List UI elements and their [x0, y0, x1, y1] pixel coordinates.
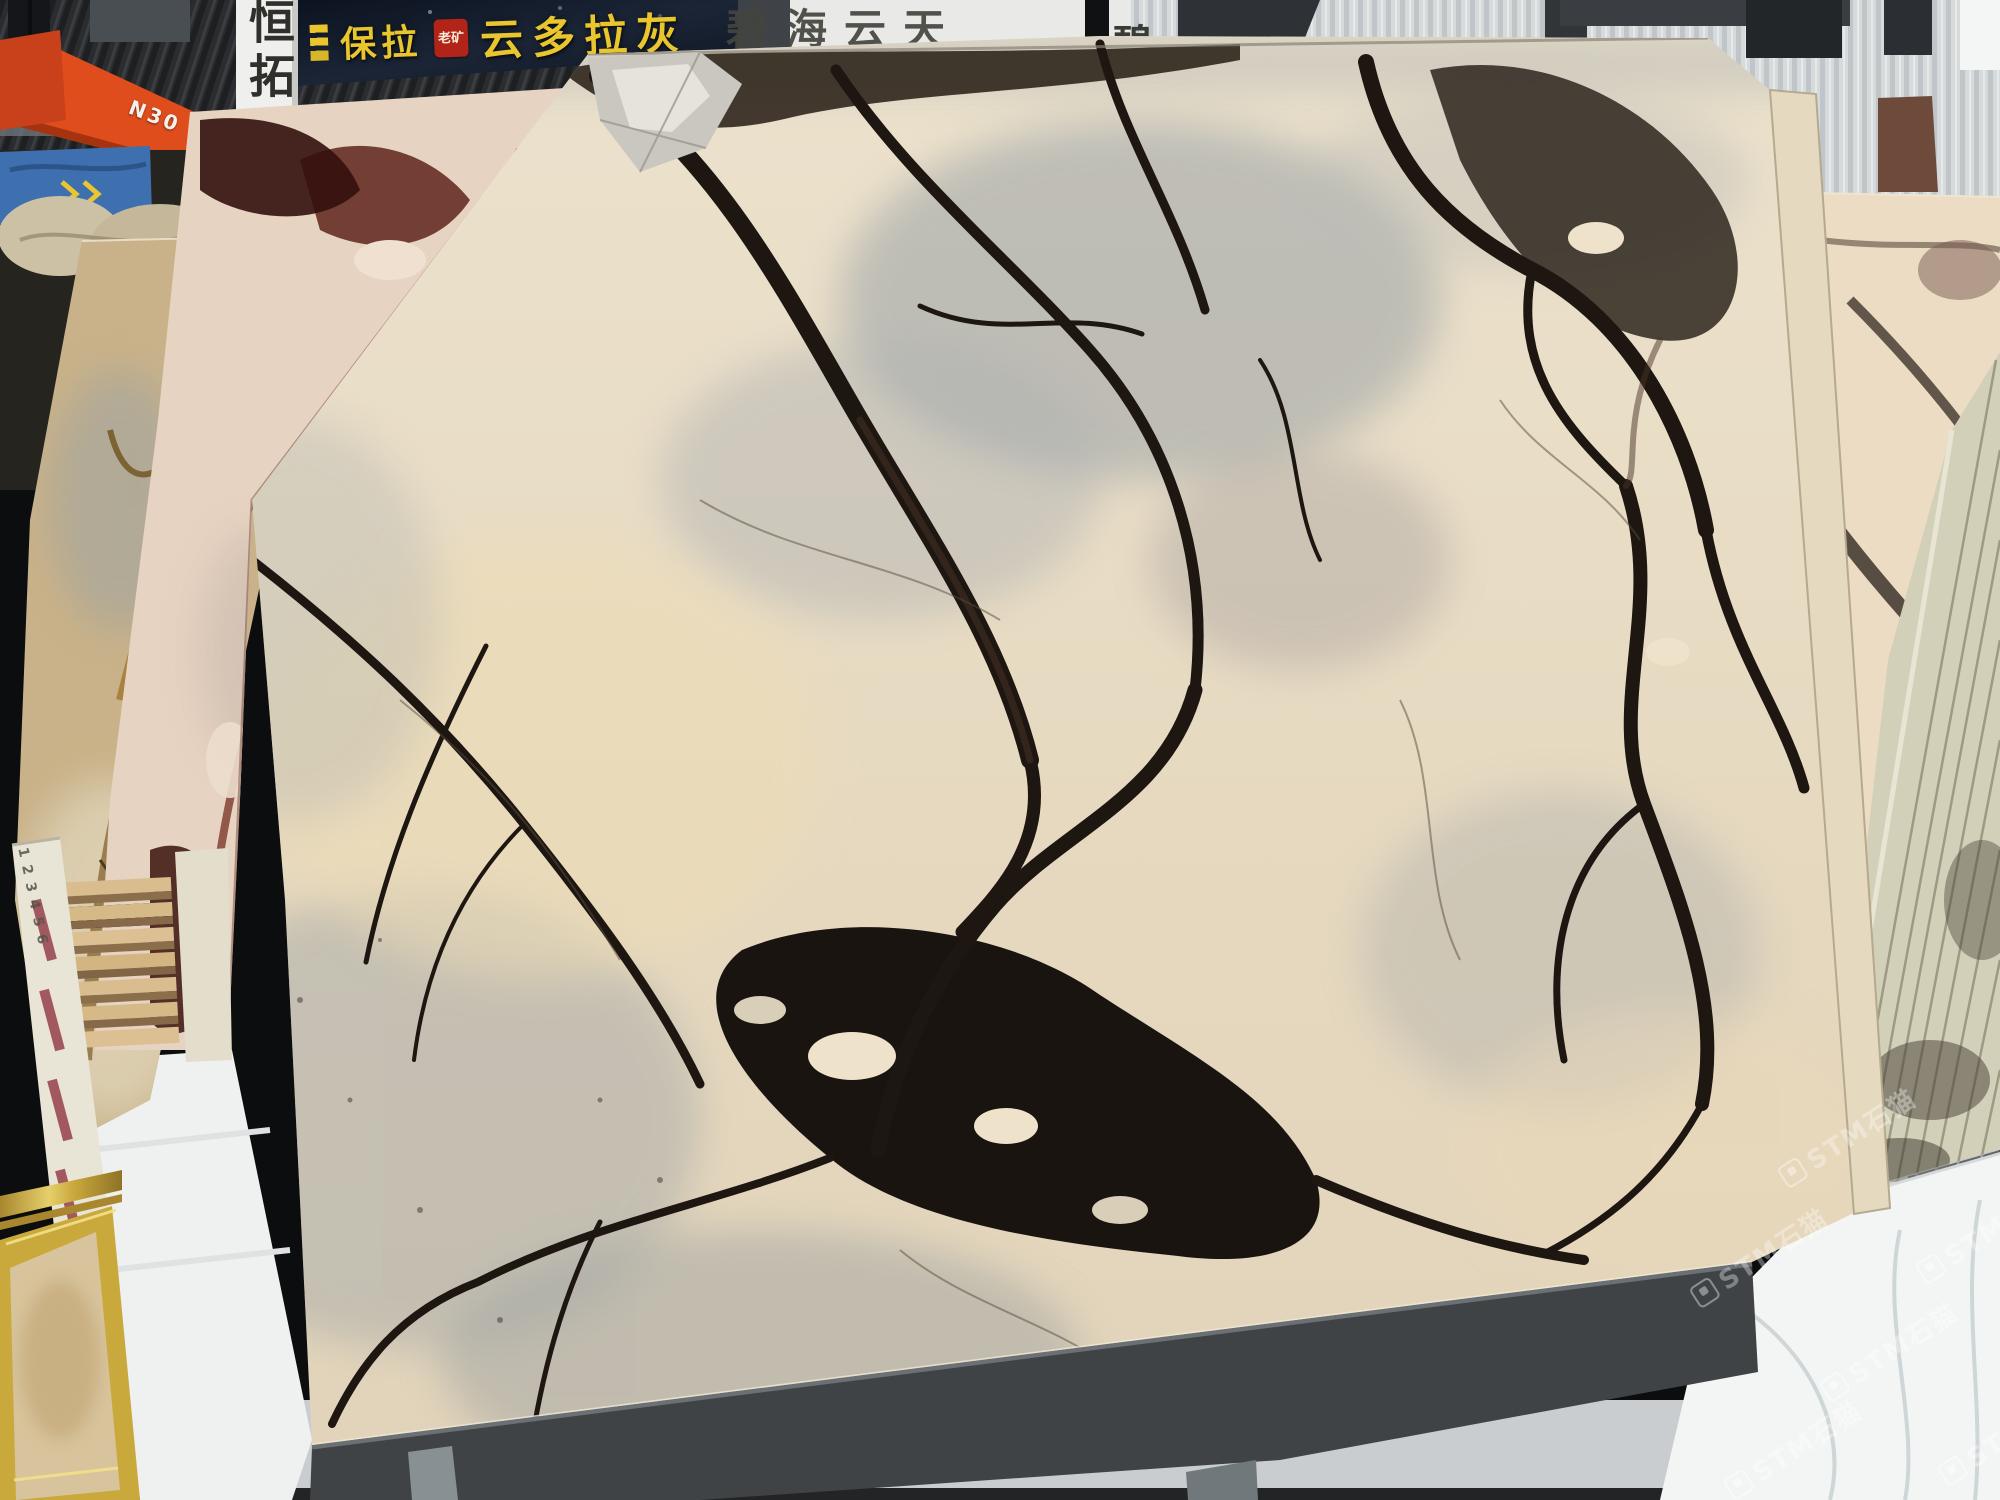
watermark-text: STM石猫	[1840, 1293, 1964, 1392]
watermark: STM石猫	[1684, 1199, 1834, 1315]
watermark: STM石猫	[1814, 1293, 1964, 1409]
watermark-text: STM石猫	[1798, 1079, 1922, 1178]
watermark-logo-icon	[1722, 1468, 1755, 1500]
watermark: STM石猫	[1718, 1391, 1868, 1500]
watermark-text: STM石猫	[1958, 1377, 2000, 1476]
watermark: STM石猫	[1932, 1377, 2000, 1493]
watermark-text: STM石猫	[1744, 1391, 1868, 1490]
watermark: STM石猫	[1910, 1175, 2000, 1291]
watermark-logo-icon	[1776, 1156, 1809, 1189]
watermark-text: STM石猫	[1936, 1175, 2000, 1274]
watermark-text: STM石猫	[1710, 1199, 1834, 1298]
marble-warehouse-photo: 恒拓 保拉 老矿 云多拉灰 碧海云天 碧 N30	[0, 0, 2000, 1500]
watermark: STM石猫	[1772, 1079, 1922, 1195]
watermark-logo-icon	[1688, 1276, 1721, 1309]
watermark-logo-icon	[1936, 1454, 1969, 1487]
watermark-logo-icon	[1914, 1252, 1947, 1285]
slab-serial-number: 123456	[14, 846, 52, 953]
foreground-text: 123456 STM石猫 STM石猫 STM石猫 STM石猫 STM石猫 STM…	[0, 0, 2000, 1500]
